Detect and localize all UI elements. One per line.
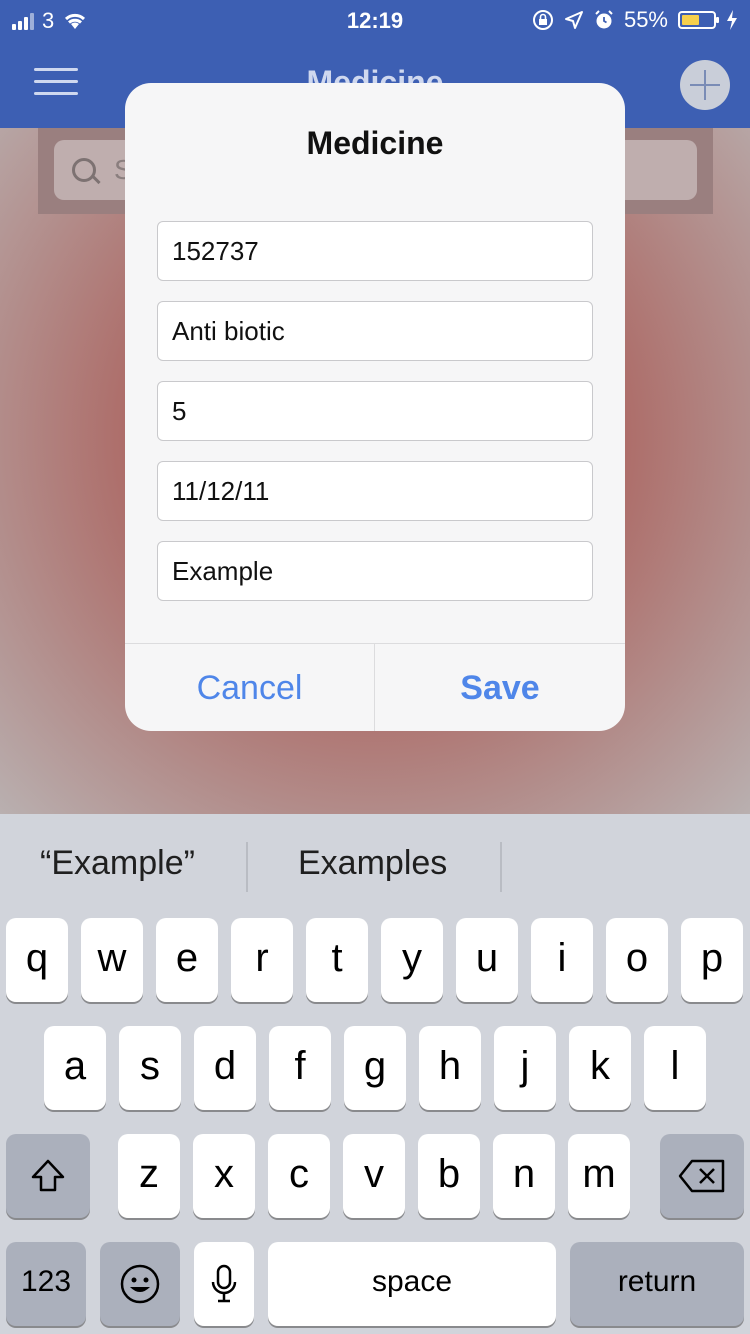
key-h[interactable]: h [419,1026,481,1110]
key-l[interactable]: l [644,1026,706,1110]
suggestion-bar: “Example” Examples [0,814,750,918]
key-c[interactable]: c [268,1134,330,1218]
add-button[interactable] [680,60,730,110]
key-m[interactable]: m [568,1134,630,1218]
emoji-icon [120,1265,160,1304]
key-j[interactable]: j [494,1026,556,1110]
quantity-field[interactable]: 5 [157,381,593,441]
key-d[interactable]: d [194,1026,256,1110]
key-f[interactable]: f [269,1026,331,1110]
medicine-type-field[interactable]: Anti biotic [157,301,593,361]
status-bar: 3 12:19 55% [0,0,750,40]
suggestion-divider [500,842,502,892]
key-o[interactable]: o [606,918,668,1002]
orientation-lock-icon [532,10,553,30]
return-key[interactable]: return [570,1242,744,1326]
location-icon [564,11,583,29]
date-field[interactable]: 11/12/11 [157,461,593,521]
delete-key[interactable] [660,1134,744,1218]
dialog-title: Medicine [306,125,444,161]
key-x[interactable]: x [193,1134,255,1218]
key-r[interactable]: r [231,918,293,1002]
key-t[interactable]: t [306,918,368,1002]
keyboard: “Example” Examples qwertyuiop asdfghjkl … [0,814,750,1334]
medicine-dialog: Medicine 152737 Anti biotic 5 11/12/11 E… [125,83,625,731]
battery-percent: 55% [623,7,668,32]
key-a[interactable]: a [44,1026,106,1110]
save-button[interactable]: Save [375,644,625,731]
suggestion-item[interactable]: Examples [298,844,447,883]
medicine-id-field[interactable]: 152737 [157,221,593,281]
dictation-key[interactable] [194,1242,254,1326]
status-right: 55% [532,7,738,33]
emoji-key[interactable] [100,1242,180,1326]
key-u[interactable]: u [456,918,518,1002]
key-q[interactable]: q [6,918,68,1002]
suggestion-item[interactable]: “Example” [40,844,195,883]
suggestion-divider [246,842,248,892]
key-v[interactable]: v [343,1134,405,1218]
key-y[interactable]: y [381,918,443,1002]
shift-icon [31,1160,65,1192]
shift-key[interactable] [6,1134,90,1218]
notes-field[interactable]: Example [157,541,593,601]
numbers-key[interactable]: 123 [6,1242,86,1326]
space-key[interactable]: space [268,1242,556,1326]
search-icon [72,158,96,182]
key-i[interactable]: i [531,918,593,1002]
key-b[interactable]: b [418,1134,480,1218]
key-s[interactable]: s [119,1026,181,1110]
key-z[interactable]: z [118,1134,180,1218]
backspace-icon [678,1160,725,1193]
charging-icon [727,10,737,30]
cancel-button[interactable]: Cancel [125,644,375,731]
alarm-icon [595,10,613,29]
key-g[interactable]: g [344,1026,406,1110]
key-k[interactable]: k [569,1026,631,1110]
key-n[interactable]: n [493,1134,555,1218]
dialog-actions: Cancel Save [125,643,625,731]
microphone-icon [211,1265,237,1303]
key-e[interactable]: e [156,918,218,1002]
battery-icon [678,11,719,29]
key-p[interactable]: p [681,918,743,1002]
key-w[interactable]: w [81,918,143,1002]
